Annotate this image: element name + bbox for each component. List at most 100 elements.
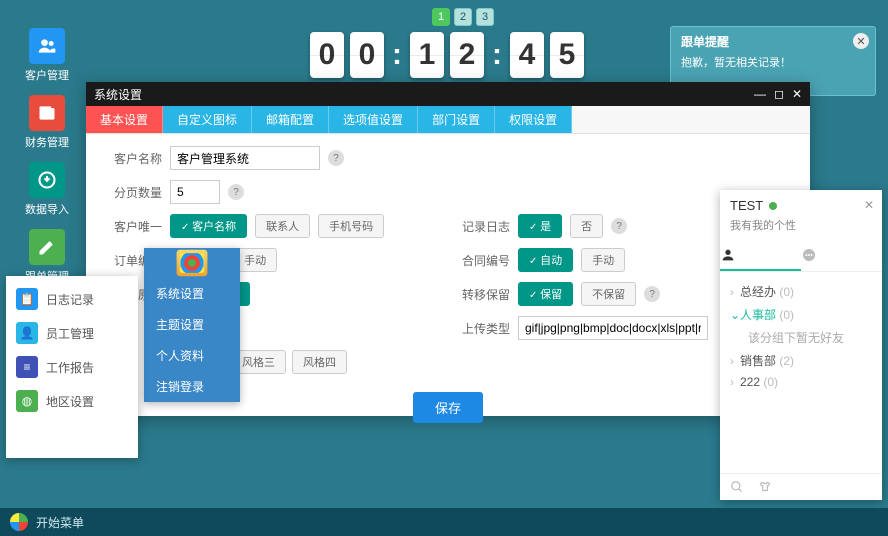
tab-messages[interactable] bbox=[801, 241, 882, 271]
tab-basic[interactable]: 基本设置 bbox=[86, 106, 163, 133]
side-label: 工作报告 bbox=[46, 359, 94, 376]
page-count-input[interactable] bbox=[170, 180, 220, 204]
field-label: 分页数量 bbox=[104, 184, 162, 201]
badge-2[interactable]: 2 bbox=[454, 8, 472, 26]
edit-icon bbox=[29, 229, 65, 265]
tree-item[interactable]: ›销售部 (2) bbox=[730, 349, 872, 372]
pill-manual[interactable]: 手动 bbox=[581, 248, 625, 272]
shirt-icon[interactable] bbox=[758, 480, 772, 494]
close-icon[interactable]: ✕ bbox=[792, 87, 802, 101]
field-label: 上传类型 bbox=[452, 320, 510, 337]
import-icon bbox=[29, 162, 65, 198]
pill-no[interactable]: 否 bbox=[570, 214, 603, 238]
users-icon bbox=[29, 28, 65, 64]
window-titlebar[interactable]: 系统设置 — ◻ ✕ bbox=[86, 82, 810, 106]
tab-contacts[interactable] bbox=[720, 241, 801, 271]
test-tabs bbox=[720, 241, 882, 272]
field-label: 记录日志 bbox=[452, 218, 510, 235]
wallet-icon bbox=[29, 95, 65, 131]
clock-digit: 0 bbox=[310, 32, 344, 78]
clock-colon: : bbox=[490, 38, 504, 72]
tab-options[interactable]: 选项值设置 bbox=[329, 106, 418, 133]
badge-3[interactable]: 3 bbox=[476, 8, 494, 26]
context-header bbox=[144, 248, 240, 278]
reminder-title: 跟单提醒 bbox=[681, 33, 865, 50]
field-label: 客户名称 bbox=[104, 150, 162, 167]
clock-digit: 0 bbox=[350, 32, 384, 78]
style-row: 风格二 风格三 风格四 bbox=[170, 350, 792, 374]
tab-dept[interactable]: 部门设置 bbox=[418, 106, 495, 133]
chevron-down-icon: ⌄ bbox=[730, 308, 740, 322]
clock-digit: 1 bbox=[410, 32, 444, 78]
customer-name-input[interactable] bbox=[170, 146, 320, 170]
badge-1[interactable]: 1 bbox=[432, 8, 450, 26]
clock-digit: 2 bbox=[450, 32, 484, 78]
clock-digit: 4 bbox=[510, 32, 544, 78]
status-dot-icon bbox=[769, 202, 777, 210]
pill-yes[interactable]: 是 bbox=[518, 214, 562, 238]
test-title: TEST bbox=[730, 198, 763, 213]
search-icon[interactable] bbox=[730, 480, 744, 494]
tab-bar: 基本设置 自定义图标 邮箱配置 选项值设置 部门设置 权限设置 bbox=[86, 106, 810, 134]
tab-perm[interactable]: 权限设置 bbox=[495, 106, 572, 133]
help-icon[interactable]: ? bbox=[228, 184, 244, 200]
test-footer bbox=[720, 473, 882, 500]
pill-phone[interactable]: 手机号码 bbox=[318, 214, 384, 238]
pill-keep[interactable]: 保留 bbox=[518, 282, 573, 306]
upload-types-input[interactable] bbox=[518, 316, 708, 340]
user-icon: 👤 bbox=[16, 322, 38, 344]
style-4[interactable]: 风格四 bbox=[292, 350, 347, 374]
ctx-logout[interactable]: 注销登录 bbox=[144, 371, 240, 402]
side-label: 地区设置 bbox=[46, 393, 94, 410]
start-logo-icon[interactable] bbox=[10, 513, 28, 531]
pill-contact[interactable]: 联系人 bbox=[255, 214, 310, 238]
minimize-icon[interactable]: — bbox=[754, 87, 766, 101]
field-label: 转移保留 bbox=[452, 286, 510, 303]
context-menu: 系统设置 主题设置 个人资料 注销登录 bbox=[144, 248, 240, 402]
taskbar: 开始菜单 bbox=[0, 508, 888, 536]
clock-colon: : bbox=[390, 38, 404, 72]
test-subtitle: 我有我的个性 bbox=[720, 217, 882, 241]
tree-item[interactable]: ›总经办 (0) bbox=[730, 280, 872, 303]
side-item-region[interactable]: ◍地区设置 bbox=[6, 384, 138, 418]
close-icon[interactable]: ✕ bbox=[853, 33, 869, 49]
tab-icons[interactable]: 自定义图标 bbox=[163, 106, 252, 133]
page-badges: 1 2 3 bbox=[432, 8, 494, 26]
pill-nokeep[interactable]: 不保留 bbox=[581, 282, 636, 306]
ctx-system[interactable]: 系统设置 bbox=[144, 278, 240, 309]
side-item-log[interactable]: 📋日志记录 bbox=[6, 282, 138, 316]
clock: 0 0 : 1 2 : 4 5 bbox=[310, 32, 584, 78]
desktop-icon-import[interactable]: 数据导入 bbox=[24, 162, 70, 217]
desktop-icon-finance[interactable]: 财务管理 bbox=[24, 95, 70, 150]
ctx-profile[interactable]: 个人资料 bbox=[144, 340, 240, 371]
chevron-right-icon: › bbox=[730, 375, 740, 389]
help-icon[interactable]: ? bbox=[644, 286, 660, 302]
test-panel: ✕ TEST 我有我的个性 ›总经办 (0) ⌄人事部 (0) 该分组下暂无好友… bbox=[720, 190, 882, 500]
side-label: 日志记录 bbox=[46, 291, 94, 308]
tree-empty: 该分组下暂无好友 bbox=[730, 326, 872, 349]
doc-icon: ≡ bbox=[16, 356, 38, 378]
side-item-report[interactable]: ≡ 工作报告 bbox=[6, 350, 138, 384]
tab-mail[interactable]: 邮箱配置 bbox=[252, 106, 329, 133]
tree-item[interactable]: ›222 (0) bbox=[730, 372, 872, 392]
pill-name[interactable]: 客户名称 bbox=[170, 214, 247, 238]
icon-label: 客户管理 bbox=[25, 67, 69, 83]
chevron-right-icon: › bbox=[730, 285, 740, 299]
pill-auto[interactable]: 自动 bbox=[518, 248, 573, 272]
help-icon[interactable]: ? bbox=[328, 150, 344, 166]
ctx-theme[interactable]: 主题设置 bbox=[144, 309, 240, 340]
maximize-icon[interactable]: ◻ bbox=[774, 87, 784, 101]
dept-tree: ›总经办 (0) ⌄人事部 (0) 该分组下暂无好友 ›销售部 (2) ›222… bbox=[720, 272, 882, 473]
clock-digit: 5 bbox=[550, 32, 584, 78]
field-label: 客户唯一 bbox=[104, 218, 162, 235]
side-popup: 📋日志记录 👤员工管理 ≡ 工作报告 ◍地区设置 bbox=[6, 276, 138, 458]
save-button[interactable]: 保存 bbox=[413, 392, 483, 423]
desktop-icon-customer[interactable]: 客户管理 bbox=[24, 28, 70, 83]
icon-label: 数据导入 bbox=[25, 201, 69, 217]
close-icon[interactable]: ✕ bbox=[864, 198, 874, 212]
chevron-right-icon: › bbox=[730, 354, 740, 368]
start-label[interactable]: 开始菜单 bbox=[36, 514, 84, 531]
tree-item[interactable]: ⌄人事部 (0) bbox=[730, 303, 872, 326]
help-icon[interactable]: ? bbox=[611, 218, 627, 234]
side-item-staff[interactable]: 👤员工管理 bbox=[6, 316, 138, 350]
